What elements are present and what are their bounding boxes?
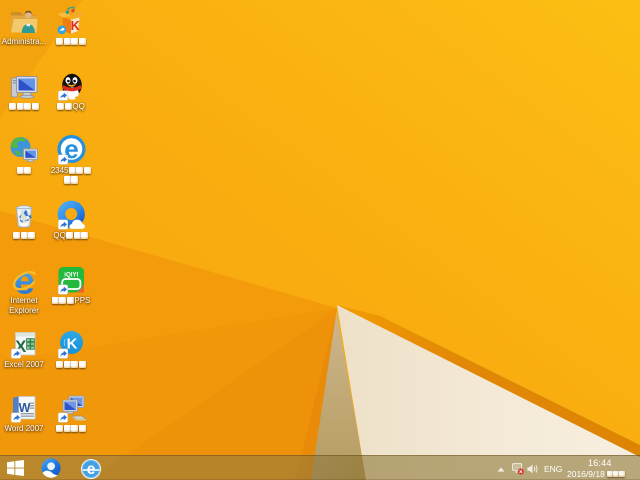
svg-text:K: K (71, 19, 80, 33)
svg-text:K: K (67, 336, 78, 353)
svg-text:e: e (14, 264, 35, 296)
svg-text:iQIYI: iQIYI (64, 272, 78, 279)
